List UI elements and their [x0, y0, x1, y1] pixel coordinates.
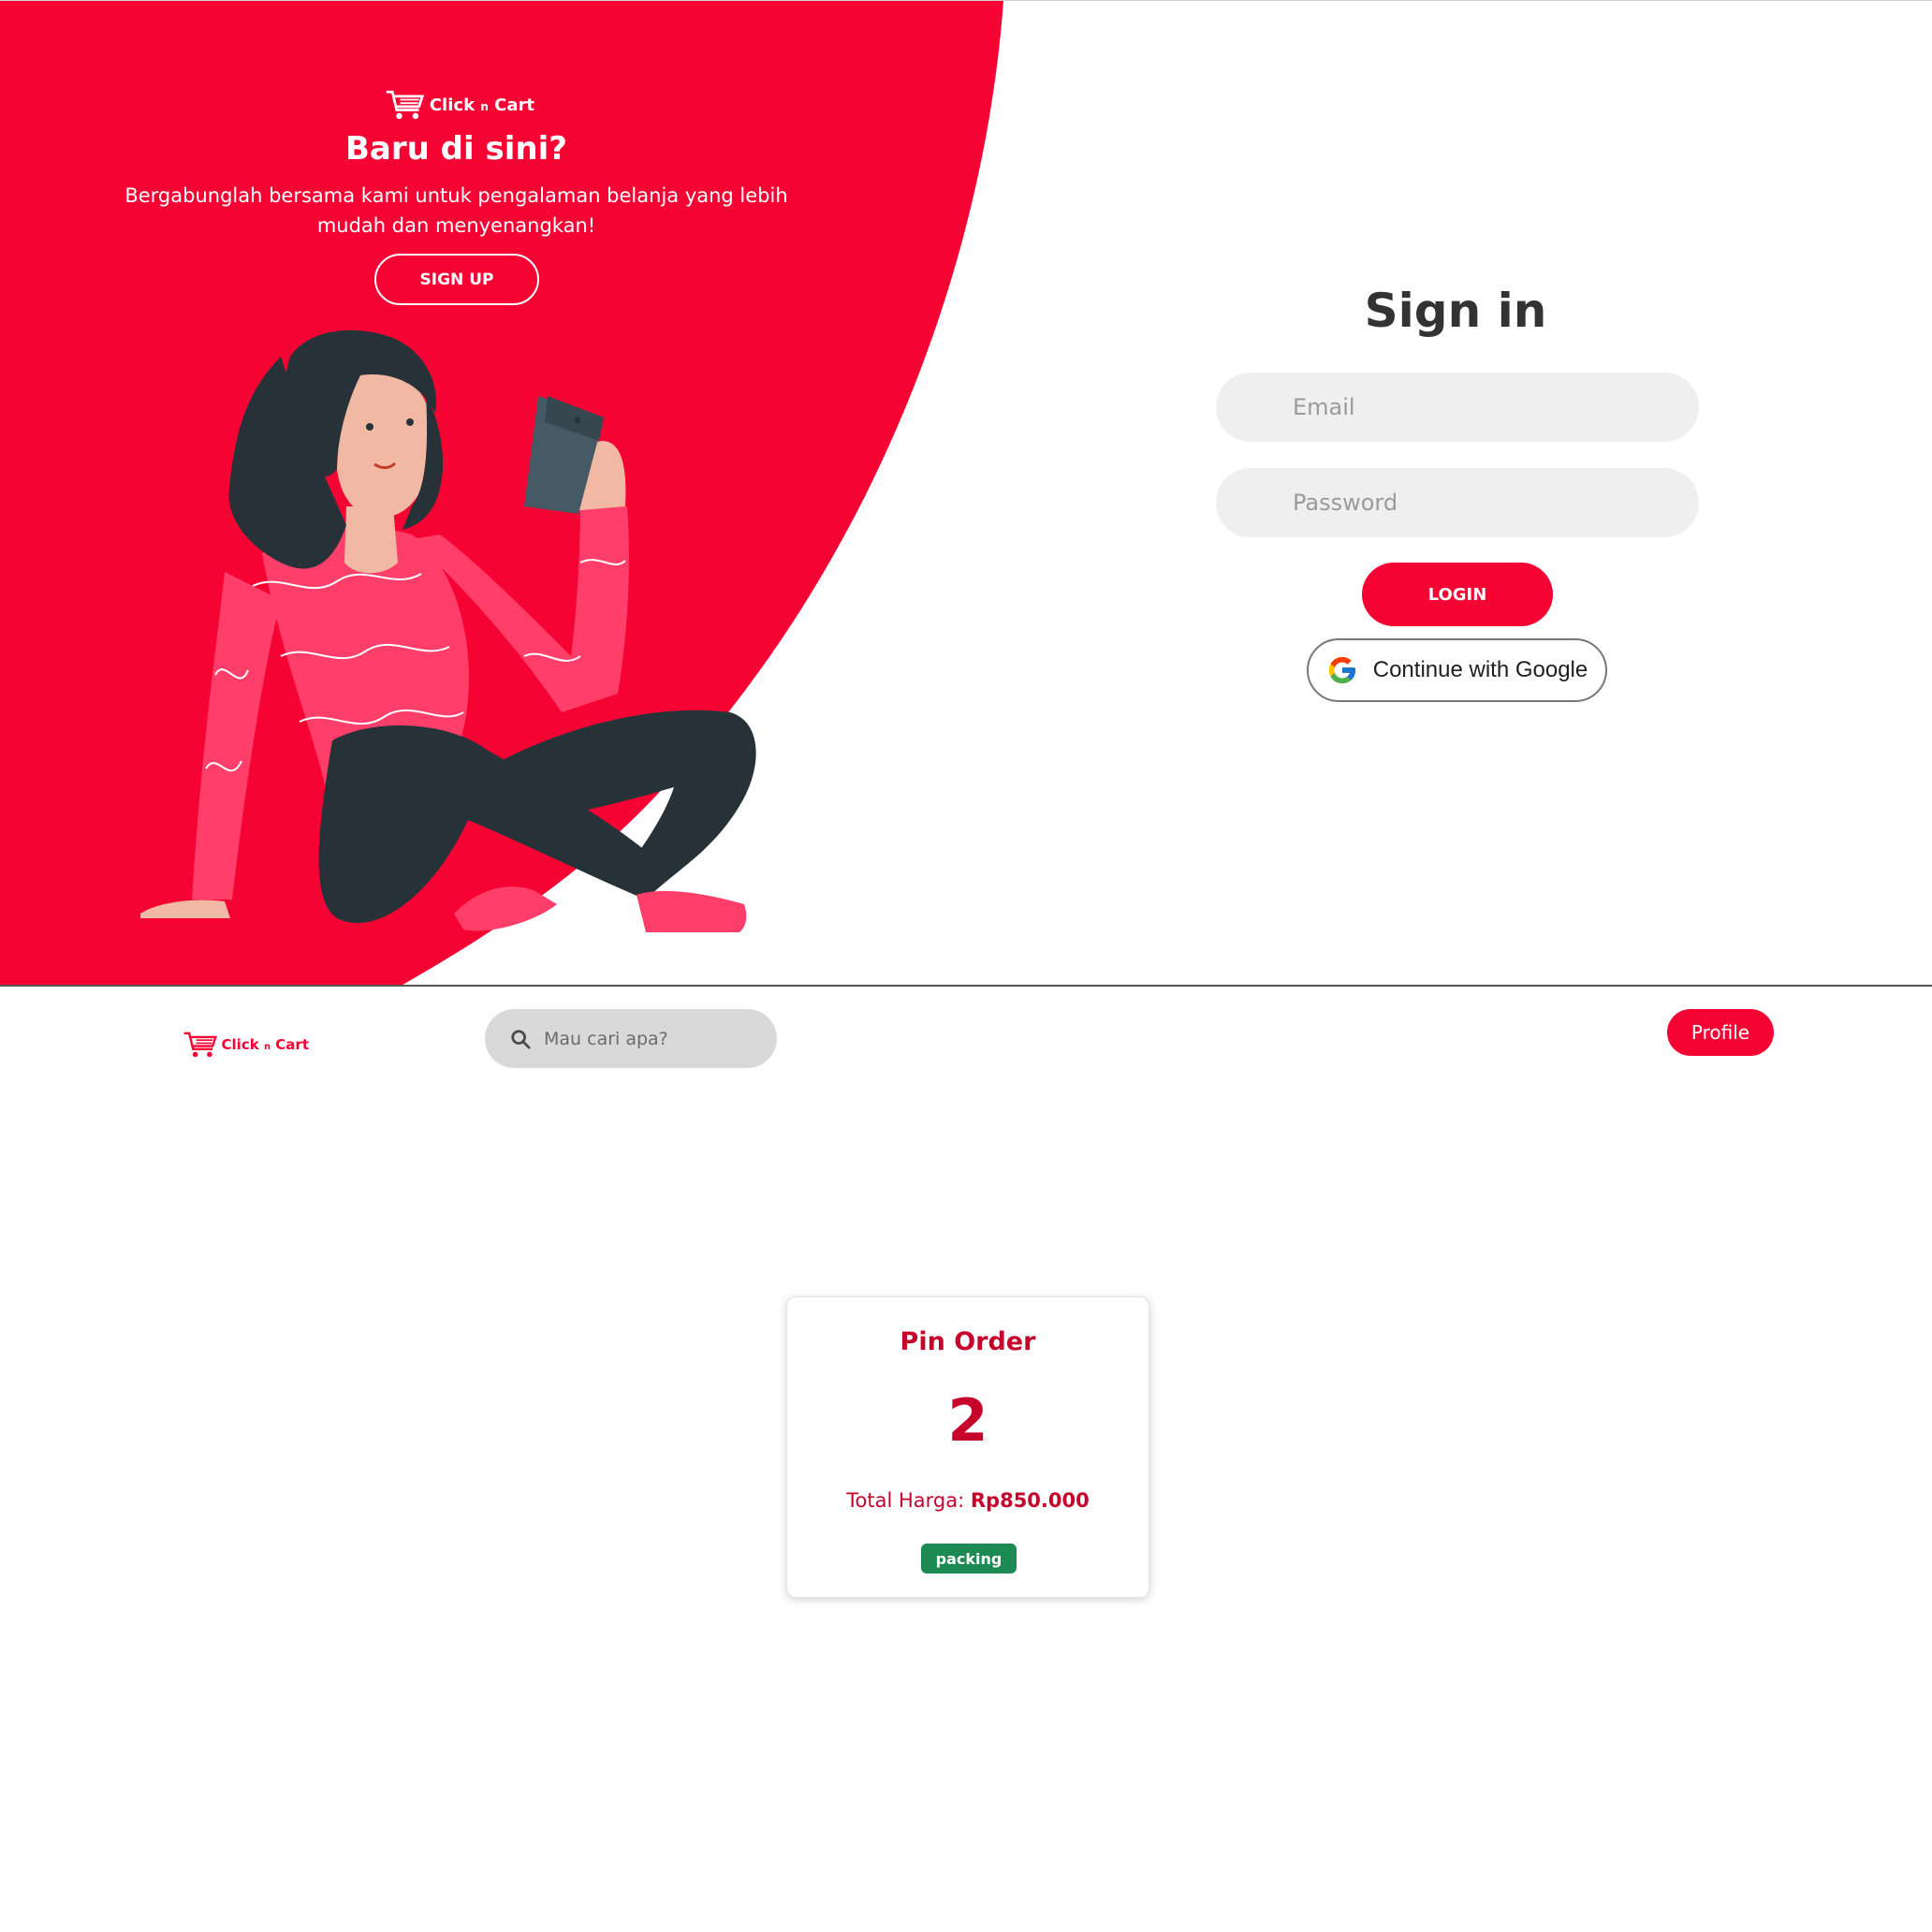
status-badge: packing — [921, 1544, 1017, 1573]
pin-order-card[interactable]: Pin Order 2 Total Harga: Rp850.000 packi… — [786, 1296, 1149, 1598]
search-placeholder: Mau cari apa? — [544, 1028, 668, 1049]
password-field[interactable] — [1216, 468, 1699, 537]
left-panel-title: Baru di sini? — [345, 130, 567, 168]
total-value: Rp850.000 — [970, 1489, 1090, 1512]
google-icon — [1328, 656, 1355, 684]
total-label: Total Harga: — [846, 1489, 965, 1512]
signin-title: Sign in — [1364, 284, 1547, 338]
order-count: 2 — [947, 1386, 988, 1455]
google-button-label: Continue with Google — [1372, 657, 1588, 682]
search-icon — [511, 1029, 531, 1049]
signin-page: Click n Cart Baru di sini? Bergabunglah … — [0, 0, 1932, 987]
brand-logo[interactable]: Click n Cart — [183, 1026, 309, 1063]
search-input[interactable]: Mau cari apa? — [485, 1009, 777, 1068]
total-price: Total Harga: Rp850.000 — [787, 1489, 1149, 1512]
woman-with-phone-illustration — [140, 329, 756, 932]
brand-logo[interactable]: Click n Cart — [385, 83, 534, 126]
profile-button[interactable]: Profile — [1667, 1009, 1774, 1056]
signup-button[interactable]: SIGN UP — [374, 254, 539, 305]
dashboard-page: Click n Cart Mau cari apa? Profile Pin O… — [0, 988, 1932, 1932]
cart-icon — [386, 90, 425, 120]
email-field[interactable] — [1216, 373, 1699, 442]
brand-name: Click n Cart — [221, 1036, 309, 1053]
cart-icon — [183, 1032, 217, 1058]
card-title: Pin Order — [900, 1327, 1036, 1356]
login-button[interactable]: LOGIN — [1362, 563, 1553, 626]
google-signin-button[interactable]: Continue with Google — [1307, 638, 1607, 702]
left-panel-description: Bergabunglah bersama kami untuk pengalam… — [124, 184, 788, 237]
brand-name: Click n Cart — [429, 95, 534, 115]
